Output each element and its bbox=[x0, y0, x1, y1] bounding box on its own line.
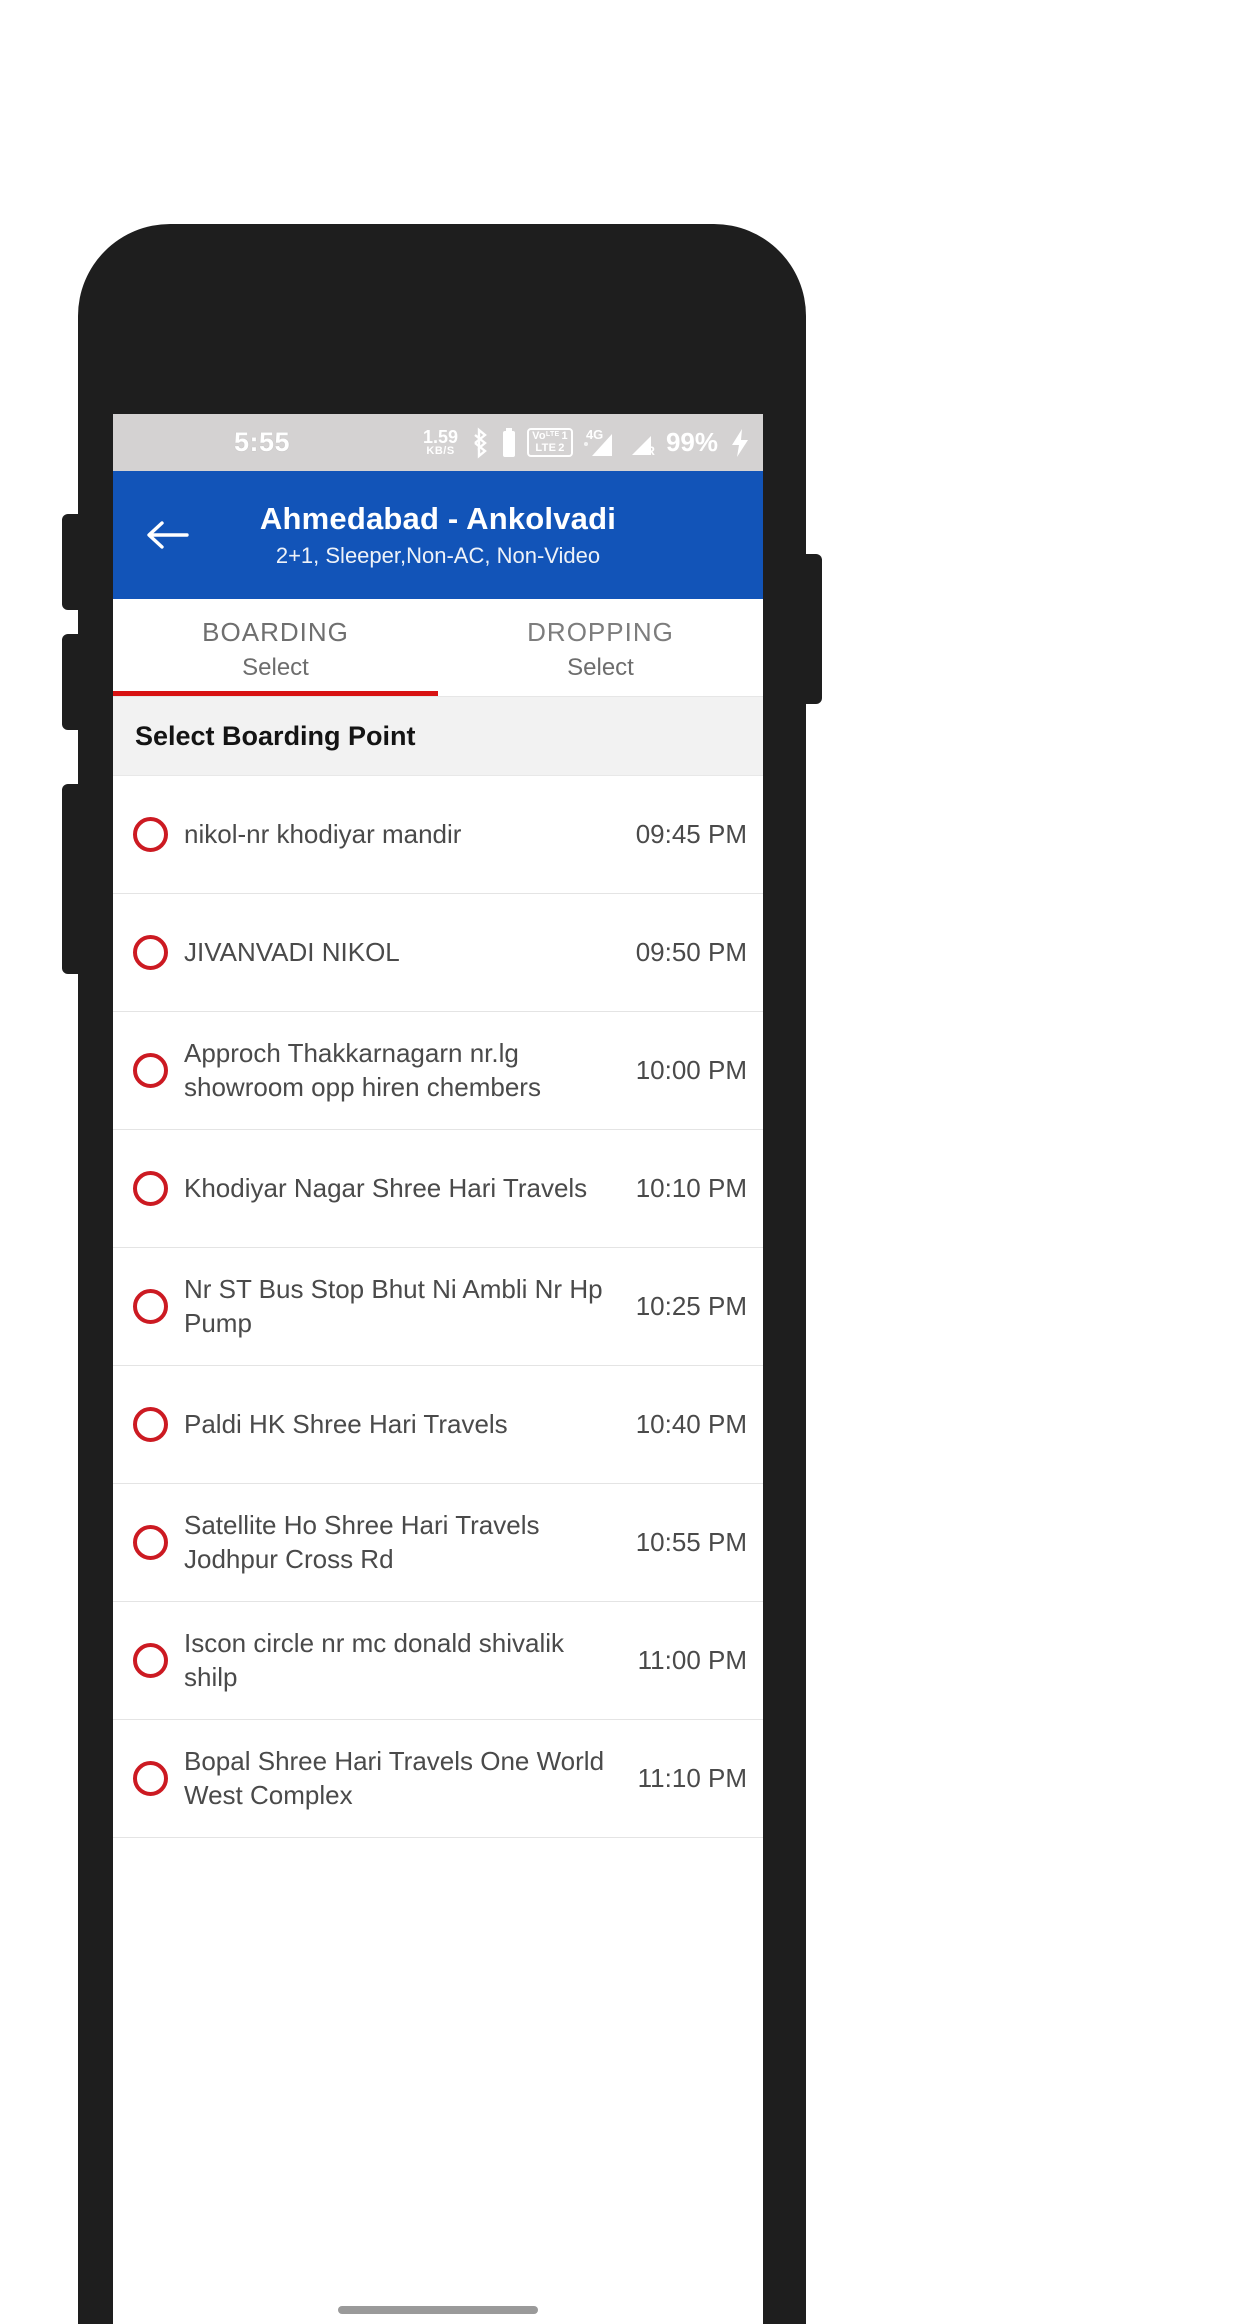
volte-sim-slot-2: 2 bbox=[558, 441, 565, 454]
volte-sim-slot-1: 1 bbox=[561, 430, 568, 443]
bluetooth-icon bbox=[469, 426, 491, 459]
assistant-side-button[interactable] bbox=[62, 784, 80, 974]
back-arrow-icon[interactable] bbox=[131, 499, 203, 571]
phone-screen: 5:55 1.59 KB/S Vo LTE 1 LTE 2 4G R 99% A… bbox=[113, 414, 763, 2324]
volte-label-top: Vo bbox=[532, 430, 546, 443]
boarding-point-name: Paldi HK Shree Hari Travels bbox=[184, 1408, 508, 1439]
tab-bar: BOARDING Select DROPPING Select bbox=[113, 599, 763, 697]
boarding-point-time: 10:25 PM bbox=[635, 1291, 747, 1321]
phone-device-frame: 5:55 1.59 KB/S Vo LTE 1 LTE 2 4G R 99% A… bbox=[62, 224, 822, 2324]
boarding-point-row[interactable]: Khodiyar Nagar Shree Hari Travels 10:10 P… bbox=[113, 1130, 763, 1248]
boarding-point-name: Iscon circle nr mc donald shivalik shilp bbox=[184, 1628, 565, 1692]
boarding-point-row[interactable]: Paldi HK Shree Hari Travels 10:40 PM bbox=[113, 1366, 763, 1484]
network-type-label: 4G bbox=[585, 426, 604, 442]
radio-button-icon[interactable] bbox=[133, 1289, 168, 1324]
boarding-point-row[interactable]: Satellite Ho Shree Hari Travels Jodhpur … bbox=[113, 1484, 763, 1602]
radio-button-icon[interactable] bbox=[133, 1407, 168, 1442]
app-bar-titles: Ahmedabad - Ankolvadi 2+1, Sleeper,Non-A… bbox=[113, 501, 763, 569]
volte-sup: LTE bbox=[545, 431, 560, 439]
boarding-point-time: 11:00 PM bbox=[637, 1645, 747, 1675]
boarding-point-name: nikol-nr khodiyar mandir bbox=[184, 818, 462, 849]
boarding-point-row[interactable]: Nr ST Bus Stop Bhut Ni Ambli Nr Hp Pump 1… bbox=[113, 1248, 763, 1366]
radio-button-icon[interactable] bbox=[133, 1171, 168, 1206]
tab-boarding[interactable]: BOARDING Select bbox=[113, 599, 438, 696]
page-subtitle: 2+1, Sleeper,Non-AC, Non-Video bbox=[275, 543, 601, 568]
bluetooth-battery-icon bbox=[502, 427, 516, 458]
system-nav-bar bbox=[113, 2296, 763, 2324]
volte-label-bottom: LTE bbox=[535, 441, 557, 454]
radio-button-icon[interactable] bbox=[133, 935, 168, 970]
tab-dropping-label: DROPPING bbox=[527, 617, 674, 647]
volume-up-button[interactable] bbox=[62, 514, 80, 610]
radio-button-icon[interactable] bbox=[133, 1525, 168, 1560]
section-header: Select Boarding Point bbox=[113, 697, 763, 776]
boarding-point-name: Nr ST Bus Stop Bhut Ni Ambli Nr Hp Pump bbox=[184, 1274, 603, 1338]
boarding-point-time: 09:45 PM bbox=[635, 819, 747, 849]
tab-active-indicator bbox=[113, 691, 438, 696]
boarding-point-name: Approch Thakkarnagarn nr.lg showroom opp… bbox=[184, 1038, 541, 1102]
status-bar: 5:55 1.59 KB/S Vo LTE 1 LTE 2 4G R 99% bbox=[113, 414, 763, 471]
radio-button-icon[interactable] bbox=[133, 1053, 168, 1088]
radio-button-icon[interactable] bbox=[133, 817, 168, 852]
boarding-point-name: Khodiyar Nagar Shree Hari Travels bbox=[184, 1172, 588, 1203]
boarding-point-row[interactable]: Bopal Shree Hari Travels One World West … bbox=[113, 1720, 763, 1838]
charging-bolt-icon bbox=[729, 428, 751, 458]
nav-gesture-handle[interactable] bbox=[338, 2306, 538, 2314]
page-title: Ahmedabad - Ankolvadi bbox=[259, 501, 617, 536]
boarding-point-name: Satellite Ho Shree Hari Travels Jodhpur … bbox=[184, 1510, 540, 1574]
tab-boarding-label: BOARDING bbox=[202, 617, 349, 647]
tab-boarding-value: Select bbox=[242, 654, 309, 681]
roaming-label: R bbox=[646, 443, 655, 458]
boarding-point-name: Bopal Shree Hari Travels One World West … bbox=[184, 1746, 605, 1810]
radio-button-icon[interactable] bbox=[133, 1643, 168, 1678]
battery-percent-label: 99% bbox=[665, 427, 718, 457]
boarding-point-time: 11:10 PM bbox=[637, 1763, 747, 1793]
signal-roaming-icon: R bbox=[625, 428, 655, 458]
boarding-point-row[interactable]: Approch Thakkarnagarn nr.lg showroom opp… bbox=[113, 1012, 763, 1130]
network-speed-unit: KB/S bbox=[426, 445, 455, 457]
network-speed-value: 1.59 bbox=[423, 427, 459, 447]
boarding-point-name: JIVANVADI NIKOL bbox=[184, 936, 400, 967]
section-header-label: Select Boarding Point bbox=[135, 720, 416, 751]
signal-4g-icon: 4G bbox=[583, 426, 614, 458]
status-bar-clock: 5:55 bbox=[234, 427, 291, 457]
radio-button-icon[interactable] bbox=[133, 1761, 168, 1796]
power-button[interactable] bbox=[804, 554, 822, 704]
boarding-point-time: 10:40 PM bbox=[635, 1409, 747, 1439]
tab-dropping-value: Select bbox=[567, 654, 634, 681]
app-bar: Ahmedabad - Ankolvadi 2+1, Sleeper,Non-A… bbox=[113, 471, 763, 599]
boarding-point-time: 10:10 PM bbox=[635, 1173, 747, 1203]
boarding-points-list: nikol-nr khodiyar mandir 09:45 PM JIVANVAD… bbox=[113, 776, 763, 1838]
boarding-point-row[interactable]: JIVANVADI NIKOL 09:50 PM bbox=[113, 894, 763, 1012]
boarding-point-time: 10:55 PM bbox=[635, 1527, 747, 1557]
boarding-point-time: 09:50 PM bbox=[635, 937, 747, 967]
status-bar-icons: 1.59 KB/S Vo LTE 1 LTE 2 4G R 99% bbox=[423, 427, 751, 459]
network-speed-indicator: 1.59 KB/S bbox=[423, 428, 458, 457]
volte-sim-indicator: Vo LTE 1 LTE 2 bbox=[527, 428, 573, 457]
boarding-point-row[interactable]: Iscon circle nr mc donald shivalik shilp… bbox=[113, 1602, 763, 1720]
volume-down-button[interactable] bbox=[62, 634, 80, 730]
tab-dropping[interactable]: DROPPING Select bbox=[438, 599, 763, 696]
boarding-point-row[interactable]: nikol-nr khodiyar mandir 09:45 PM bbox=[113, 776, 763, 894]
boarding-point-time: 10:00 PM bbox=[635, 1055, 747, 1085]
